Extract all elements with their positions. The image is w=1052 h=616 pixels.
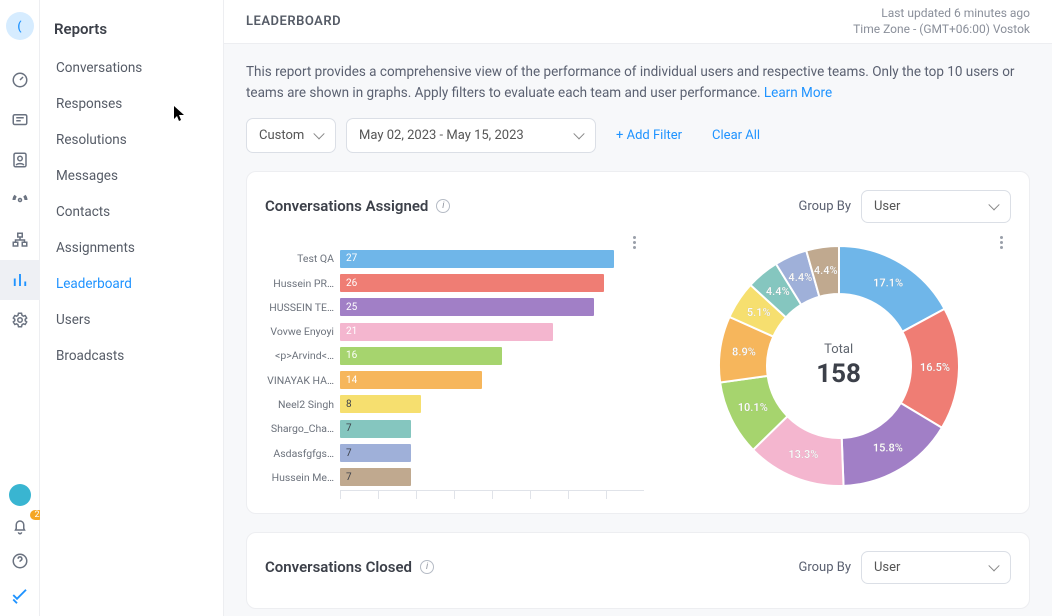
bar-label: VINAYAK HA… bbox=[265, 374, 340, 387]
bar-chart: Test QA27Hussein PR…26HUSSEIN TE…25Vovwe… bbox=[265, 233, 644, 499]
workspace-avatar[interactable]: ( bbox=[6, 12, 34, 40]
info-icon[interactable]: i bbox=[420, 560, 434, 574]
donut-slice-label: 4.4% bbox=[788, 271, 812, 284]
bar-row: Shargo_Cha…7 bbox=[265, 417, 644, 441]
bar-label: Asdasfgfgs… bbox=[265, 447, 340, 460]
bar-row: <p>Arvind<…16 bbox=[265, 344, 644, 368]
card-title: Conversations Assigned bbox=[265, 197, 428, 215]
bar-row: Test QA27 bbox=[265, 247, 644, 271]
bar-label: Vovwe Enyoyi bbox=[265, 325, 340, 338]
donut-slice-label: 5.1% bbox=[746, 306, 770, 319]
range-type-select[interactable]: Custom bbox=[246, 118, 336, 153]
icon-rail: ( 2 bbox=[0, 0, 40, 616]
donut-slice-label: 17.1% bbox=[873, 276, 903, 289]
sidebar-item-contacts[interactable]: Contacts bbox=[40, 194, 223, 230]
donut-slice-label: 8.9% bbox=[732, 345, 756, 358]
group-by-label: Group By bbox=[799, 560, 852, 575]
add-filter-button[interactable]: Add Filter bbox=[606, 120, 692, 151]
dashboard-icon[interactable] bbox=[0, 60, 40, 100]
donut-slice-label: 10.1% bbox=[737, 401, 767, 414]
bar-fill[interactable]: 21 bbox=[340, 323, 553, 341]
bar-label: Neel2 Singh bbox=[265, 398, 340, 411]
donut-chart: 17.1%16.5%15.8%13.3%10.1%8.9%5.1%4.4%4.4… bbox=[666, 233, 1011, 499]
last-updated: Last updated 6 minutes ago bbox=[853, 5, 1030, 21]
donut-chart-menu-icon[interactable] bbox=[991, 233, 1011, 253]
bar-row: Asdasfgfgs…7 bbox=[265, 441, 644, 465]
donut-total-label: Total bbox=[816, 342, 861, 357]
donut-slice-label: 15.8% bbox=[872, 441, 902, 454]
bar-fill[interactable]: 7 bbox=[340, 444, 411, 462]
donut-slice-label: 16.5% bbox=[920, 361, 950, 374]
bar-label: HUSSEIN TE… bbox=[265, 301, 340, 314]
contacts-icon[interactable] bbox=[0, 140, 40, 180]
card-conversations-assigned: Conversations Assigned i Group By User T… bbox=[246, 171, 1030, 514]
main-area: LEADERBOARD Last updated 6 minutes ago T… bbox=[224, 0, 1052, 616]
user-avatar[interactable] bbox=[9, 484, 31, 506]
sidebar-item-broadcasts[interactable]: Broadcasts bbox=[40, 338, 223, 374]
bar-row: HUSSEIN TE…25 bbox=[265, 295, 644, 319]
bar-label: Test QA bbox=[265, 252, 340, 265]
bar-fill[interactable]: 7 bbox=[340, 420, 411, 438]
bar-label: Shargo_Cha… bbox=[265, 422, 340, 435]
donut-slice-label: 13.3% bbox=[788, 448, 818, 461]
bar-label: <p>Arvind<… bbox=[265, 349, 340, 362]
bar-row: Hussein Me…7 bbox=[265, 465, 644, 489]
sidebar-item-messages[interactable]: Messages bbox=[40, 158, 223, 194]
intro-text: This report provides a comprehensive vie… bbox=[246, 62, 1030, 104]
sidebar-item-users[interactable]: Users bbox=[40, 302, 223, 338]
bar-fill[interactable]: 16 bbox=[340, 347, 502, 365]
group-by-label: Group By bbox=[799, 199, 852, 214]
sidebar-item-resolutions[interactable]: Resolutions bbox=[40, 122, 223, 158]
group-by-select[interactable]: User bbox=[861, 190, 1011, 223]
bar-row: Neel2 Singh8 bbox=[265, 392, 644, 416]
card-conversations-closed: Conversations Closed i Group By User bbox=[246, 532, 1030, 609]
sidebar-item-assignments[interactable]: Assignments bbox=[40, 230, 223, 266]
bar-row: Hussein PR…26 bbox=[265, 271, 644, 295]
donut-slice-label: 4.4% bbox=[766, 284, 790, 297]
bar-label: Hussein Me… bbox=[265, 471, 340, 484]
bar-fill[interactable]: 7 bbox=[340, 468, 411, 486]
notifications-icon[interactable]: 2 bbox=[0, 514, 40, 540]
bar-row: VINAYAK HA…14 bbox=[265, 368, 644, 392]
sidebar-title: Reports bbox=[40, 20, 223, 50]
group-by-select[interactable]: User bbox=[861, 551, 1011, 584]
brand-mark-icon[interactable] bbox=[0, 582, 40, 608]
reports-icon[interactable] bbox=[0, 260, 40, 300]
sidebar-item-responses[interactable]: Responses bbox=[40, 86, 223, 122]
bar-fill[interactable]: 8 bbox=[340, 395, 421, 413]
clear-all-button[interactable]: Clear All bbox=[702, 120, 770, 151]
bar-fill[interactable]: 26 bbox=[340, 274, 604, 292]
donut-total-value: 158 bbox=[816, 359, 861, 389]
learn-more-link[interactable]: Learn More bbox=[764, 85, 832, 101]
broadcast-icon[interactable] bbox=[0, 180, 40, 220]
bar-label: Hussein PR… bbox=[265, 277, 340, 290]
filter-bar: Custom May 02, 2023 - May 15, 2023 Add F… bbox=[246, 118, 1030, 153]
sidebar-item-leaderboard[interactable]: Leaderboard bbox=[40, 266, 223, 302]
donut-slice-label: 4.4% bbox=[813, 263, 837, 276]
timezone: Time Zone - (GMT+06:00) Vostok bbox=[853, 21, 1030, 37]
page-title: LEADERBOARD bbox=[246, 14, 341, 29]
sidebar-item-conversations[interactable]: Conversations bbox=[40, 50, 223, 86]
topbar: LEADERBOARD Last updated 6 minutes ago T… bbox=[224, 0, 1052, 44]
bar-row: Vovwe Enyoyi21 bbox=[265, 319, 644, 343]
bar-fill[interactable]: 14 bbox=[340, 371, 482, 389]
reports-sidebar: Reports ConversationsResponsesResolution… bbox=[40, 0, 224, 616]
messages-icon[interactable] bbox=[0, 100, 40, 140]
bar-fill[interactable]: 25 bbox=[340, 298, 594, 316]
settings-icon[interactable] bbox=[0, 300, 40, 340]
help-icon[interactable] bbox=[0, 548, 40, 574]
date-range-select[interactable]: May 02, 2023 - May 15, 2023 bbox=[346, 118, 596, 153]
card-title: Conversations Closed bbox=[265, 558, 412, 576]
info-icon[interactable]: i bbox=[436, 199, 450, 213]
org-icon[interactable] bbox=[0, 220, 40, 260]
header-meta: Last updated 6 minutes ago Time Zone - (… bbox=[853, 5, 1030, 37]
bar-fill[interactable]: 27 bbox=[340, 250, 614, 268]
